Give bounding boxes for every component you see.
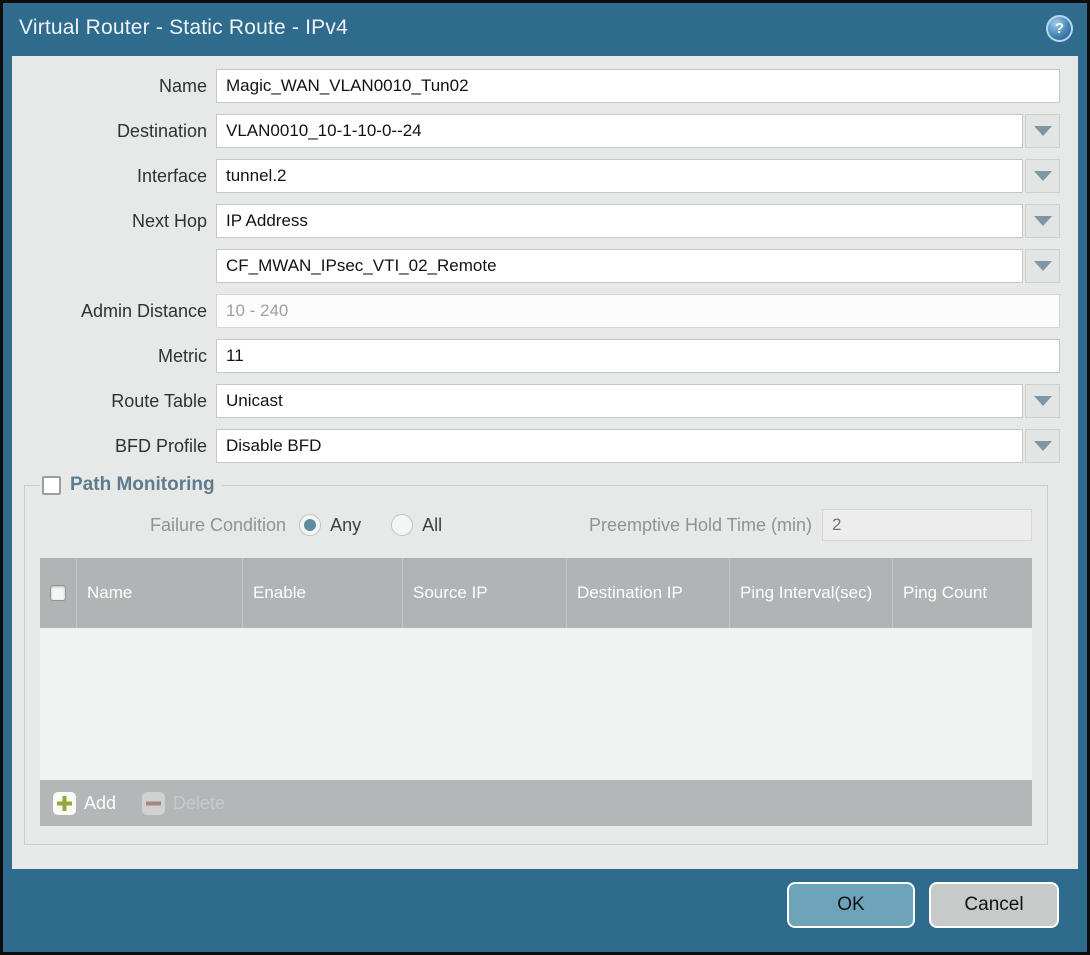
preemptive-hold-time-input[interactable] [822, 509, 1032, 541]
radio-selected-dot [304, 519, 316, 531]
table-toolbar: Add Delete [40, 780, 1032, 826]
next-hop-address-row [12, 249, 1060, 283]
dialog-footer: OK Cancel [787, 882, 1059, 928]
next-hop-label: Next Hop [12, 211, 207, 232]
table-body-empty [40, 628, 1032, 780]
dialog-title: Virtual Router - Static Route - IPv4 [19, 16, 348, 40]
bfd-profile-row: BFD Profile [12, 429, 1060, 463]
route-table-label: Route Table [12, 391, 207, 412]
table-header-row: Name Enable Source IP Destination IP Pin… [40, 558, 1032, 628]
select-all-checkbox[interactable] [50, 585, 66, 601]
admin-distance-row: Admin Distance [12, 294, 1060, 328]
path-monitoring-legend: Path Monitoring [40, 474, 222, 496]
add-button[interactable]: Add [53, 792, 116, 815]
next-hop-row: Next Hop [12, 204, 1060, 238]
failure-condition-all-radio[interactable] [391, 514, 413, 536]
admin-distance-label: Admin Distance [12, 301, 207, 322]
admin-distance-input[interactable] [216, 294, 1060, 328]
column-header-name: Name [77, 558, 243, 628]
failure-condition-any-label: Any [330, 515, 361, 536]
interface-row: Interface [12, 159, 1060, 193]
column-header-ping-interval: Ping Interval(sec) [730, 558, 893, 628]
failure-condition-all-label: All [422, 515, 442, 536]
destination-input[interactable] [216, 114, 1023, 148]
column-header-enable: Enable [243, 558, 403, 628]
name-input[interactable] [216, 69, 1060, 103]
cancel-button[interactable]: Cancel [929, 882, 1059, 928]
destination-row: Destination [12, 114, 1060, 148]
plus-icon [53, 792, 76, 815]
route-table-row: Route Table [12, 384, 1060, 418]
metric-label: Metric [12, 346, 207, 367]
ok-button[interactable]: OK [787, 882, 915, 928]
failure-condition-label: Failure Condition [150, 515, 286, 536]
select-all-cell [40, 558, 77, 628]
column-header-ping-count: Ping Count [893, 558, 1032, 628]
interface-dropdown-button[interactable] [1025, 159, 1060, 193]
next-hop-type-input[interactable] [216, 204, 1023, 238]
metric-row: Metric [12, 339, 1060, 373]
help-icon[interactable]: ? [1046, 15, 1073, 42]
preemptive-hold-time-label: Preemptive Hold Time (min) [589, 515, 812, 536]
next-hop-dropdown-button[interactable] [1025, 204, 1060, 238]
minus-icon [142, 792, 165, 815]
path-monitoring-checkbox[interactable] [42, 476, 61, 495]
chevron-down-icon [1034, 396, 1052, 406]
chevron-down-icon [1034, 441, 1052, 451]
column-header-destination-ip: Destination IP [567, 558, 730, 628]
chevron-down-icon [1034, 171, 1052, 181]
dialog-titlebar: Virtual Router - Static Route - IPv4 ? [3, 3, 1087, 53]
dialog-content: Name Destination Interface [12, 56, 1078, 869]
bfd-profile-input[interactable] [216, 429, 1023, 463]
path-monitoring-section: Path Monitoring Failure Condition Any Al… [24, 474, 1048, 845]
bfd-profile-label: BFD Profile [12, 436, 207, 457]
chevron-down-icon [1034, 216, 1052, 226]
route-table-dropdown-button[interactable] [1025, 384, 1060, 418]
path-monitoring-title: Path Monitoring [70, 474, 215, 496]
static-route-dialog: Virtual Router - Static Route - IPv4 ? N… [0, 0, 1090, 955]
next-hop-address-dropdown-button[interactable] [1025, 249, 1060, 283]
metric-input[interactable] [216, 339, 1060, 373]
name-row: Name [12, 69, 1060, 103]
chevron-down-icon [1034, 261, 1052, 271]
failure-condition-row: Failure Condition Any All Preemptive Hol… [40, 509, 1032, 541]
delete-button[interactable]: Delete [142, 792, 225, 815]
chevron-down-icon [1034, 126, 1052, 136]
next-hop-address-input[interactable] [216, 249, 1023, 283]
delete-button-label: Delete [173, 793, 225, 814]
name-label: Name [12, 76, 207, 97]
column-header-source-ip: Source IP [403, 558, 567, 628]
destination-label: Destination [12, 121, 207, 142]
interface-label: Interface [12, 166, 207, 187]
destination-dropdown-button[interactable] [1025, 114, 1060, 148]
path-monitoring-table: Name Enable Source IP Destination IP Pin… [40, 558, 1032, 826]
add-button-label: Add [84, 793, 116, 814]
bfd-profile-dropdown-button[interactable] [1025, 429, 1060, 463]
interface-input[interactable] [216, 159, 1023, 193]
route-table-input[interactable] [216, 384, 1023, 418]
failure-condition-any-radio[interactable] [299, 514, 321, 536]
